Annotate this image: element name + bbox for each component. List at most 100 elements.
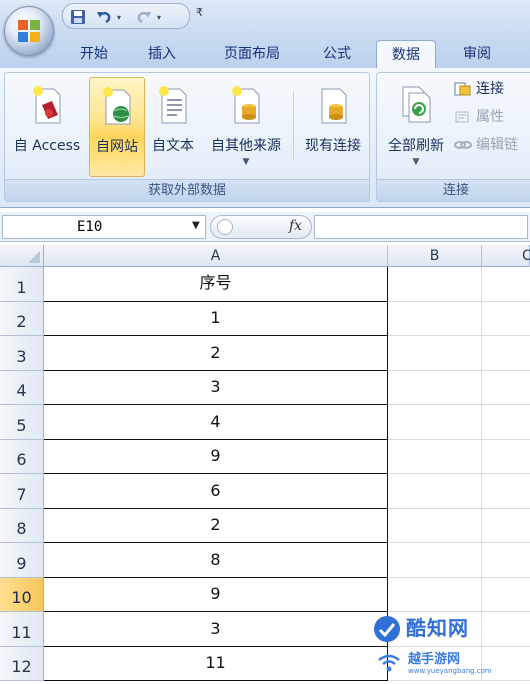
row-header[interactable]: 3 <box>0 336 44 371</box>
cell-value: 6 <box>210 481 221 500</box>
connections-button[interactable]: 连接 <box>454 78 504 102</box>
table-cell[interactable]: 8 <box>44 543 388 578</box>
table-cell[interactable] <box>482 405 530 440</box>
table-cell[interactable]: 9 <box>44 578 388 612</box>
row-number: 8 <box>16 519 27 538</box>
table-cell[interactable] <box>482 474 530 509</box>
other-sources-icon <box>232 86 260 124</box>
table-cell[interactable] <box>482 578 530 612</box>
table-cell[interactable] <box>482 509 530 543</box>
table-cell[interactable]: 4 <box>44 405 388 440</box>
row-header[interactable]: 7 <box>0 474 44 509</box>
row-header[interactable]: 8 <box>0 509 44 543</box>
row-number: 5 <box>16 416 27 435</box>
watermark-url: www.yueyangbang.com <box>408 667 492 675</box>
row-header[interactable]: 11 <box>0 612 44 647</box>
existing-connections-label: 现有连接 <box>305 138 361 154</box>
table-cell[interactable] <box>388 267 482 302</box>
column-header-a[interactable]: A <box>44 245 388 267</box>
table-cell[interactable] <box>388 543 482 578</box>
table-cell[interactable]: 3 <box>44 612 388 647</box>
table-cell[interactable] <box>388 405 482 440</box>
table-cell[interactable]: 2 <box>44 336 388 371</box>
cancel-icon[interactable] <box>217 219 233 235</box>
formula-input[interactable] <box>314 215 528 239</box>
properties-button[interactable]: 属性 <box>454 106 504 130</box>
tab-page-layout[interactable]: 页面布局 <box>206 40 298 68</box>
table-cell[interactable] <box>482 336 530 371</box>
row-header[interactable]: 5 <box>0 405 44 440</box>
tab-data[interactable]: 数据 <box>376 40 436 69</box>
tab-insert[interactable]: 插入 <box>130 40 194 68</box>
row-number: 6 <box>16 450 27 469</box>
cell-value: 8 <box>210 550 221 569</box>
header-cell[interactable]: 序号 <box>44 267 388 302</box>
table-cell[interactable] <box>388 371 482 405</box>
name-box-dropdown-icon[interactable]: ▼ <box>192 220 200 231</box>
text-file-icon <box>159 86 187 124</box>
from-access-button[interactable]: 自 Access <box>7 77 87 177</box>
table-cell[interactable] <box>388 440 482 474</box>
undo-dropdown-icon[interactable]: ▾ <box>117 13 125 22</box>
row-header[interactable]: 9 <box>0 543 44 578</box>
row-header[interactable]: 6 <box>0 440 44 474</box>
row-number: 1 <box>16 278 27 297</box>
watermark: 酷知网 越手游网 www.yueyangbang.com <box>368 610 530 684</box>
row-header[interactable]: 10 <box>0 578 44 612</box>
row-number: 10 <box>11 588 32 607</box>
table-cell[interactable]: 6 <box>44 474 388 509</box>
table-cell[interactable]: 11 <box>44 647 388 681</box>
redo-icon[interactable] <box>135 8 153 26</box>
from-web-label: 自网站 <box>96 139 138 155</box>
table-cell[interactable]: 1 <box>44 302 388 336</box>
refresh-all-button[interactable]: 全部刷新 ▼ <box>381 77 451 177</box>
customize-qat-button[interactable]: ₹ <box>196 6 203 19</box>
table-cell[interactable] <box>482 440 530 474</box>
column-header-b[interactable]: B <box>388 245 482 267</box>
row-header[interactable]: 2 <box>0 302 44 336</box>
from-web-button[interactable]: 自网站 <box>89 77 145 177</box>
table-cell[interactable] <box>388 474 482 509</box>
edit-links-label: 编辑链 <box>476 137 518 153</box>
table-cell[interactable] <box>388 578 482 612</box>
office-button[interactable] <box>4 6 54 56</box>
cell-value: 1 <box>210 308 221 327</box>
row-number: 3 <box>16 347 27 366</box>
table-cell[interactable] <box>482 267 530 302</box>
undo-icon[interactable] <box>95 8 113 26</box>
office-logo-icon <box>18 20 40 42</box>
cell-value: 9 <box>210 446 221 465</box>
row-number: 4 <box>16 381 27 400</box>
existing-connections-button[interactable]: 现有连接 <box>297 77 369 177</box>
table-cell[interactable]: 3 <box>44 371 388 405</box>
select-all-button[interactable] <box>0 245 44 267</box>
column-header-c[interactable]: C <box>482 245 530 267</box>
table-cell[interactable]: 2 <box>44 509 388 543</box>
redo-dropdown-icon[interactable]: ▾ <box>157 13 165 22</box>
name-box[interactable]: E10 <box>2 215 206 239</box>
save-icon[interactable] <box>69 8 87 26</box>
from-other-sources-button[interactable]: 自其他来源 ▼ <box>201 77 291 177</box>
table-cell[interactable] <box>482 371 530 405</box>
table-cell[interactable] <box>388 336 482 371</box>
row-header[interactable]: 12 <box>0 647 44 681</box>
row-number: 12 <box>11 657 32 676</box>
row-header[interactable]: 4 <box>0 371 44 405</box>
table-cell[interactable] <box>482 302 530 336</box>
table-cell[interactable] <box>482 543 530 578</box>
from-text-button[interactable]: 自文本 <box>147 77 199 177</box>
group-get-external-data: 自 Access 自网站 自文本 自其他来源 ▼ 现有连接 获取外部数据 <box>4 72 370 202</box>
table-cell[interactable]: 9 <box>44 440 388 474</box>
watermark-logo-icon <box>374 616 400 642</box>
connections-icon <box>454 82 471 96</box>
tab-home[interactable]: 开始 <box>62 40 126 68</box>
table-cell[interactable] <box>388 302 482 336</box>
row-number: 7 <box>16 485 27 504</box>
row-header[interactable]: 1 <box>0 267 44 302</box>
edit-links-button[interactable]: 编辑链 <box>454 134 518 158</box>
tab-review[interactable]: 审阅 <box>446 40 508 68</box>
insert-function-button[interactable]: fx <box>289 218 302 234</box>
table-cell[interactable] <box>388 509 482 543</box>
chain-link-icon <box>454 141 472 149</box>
tab-formulas[interactable]: 公式 <box>306 40 368 68</box>
